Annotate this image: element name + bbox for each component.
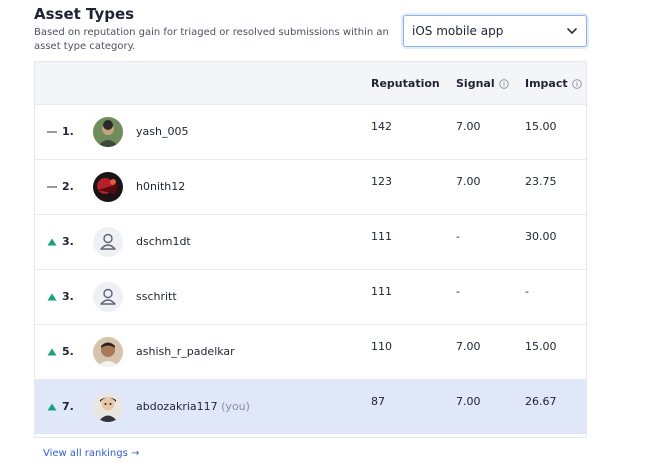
- section-subtitle: Based on reputation gain for triaged or …: [34, 27, 389, 52]
- info-icon[interactable]: [571, 78, 582, 89]
- trend-up-icon: [47, 238, 57, 246]
- username-link[interactable]: h0nith12: [136, 180, 185, 193]
- trend-up-icon: [47, 293, 57, 301]
- table-row[interactable]: 1. yash_005 142 7.00 15.00: [35, 104, 586, 159]
- reputation-value: 87: [371, 395, 385, 408]
- signal-value: -: [456, 285, 460, 298]
- avatar[interactable]: [93, 337, 123, 367]
- table-header: Reputation Signal Impact: [35, 62, 586, 104]
- username-link[interactable]: sschritt: [136, 290, 177, 303]
- section-title: Asset Types: [34, 5, 135, 23]
- rank: 3.: [62, 235, 74, 248]
- table-row[interactable]: 3. dschm1dt 111 - 30.00: [35, 214, 586, 269]
- default-user-icon: [93, 227, 123, 257]
- column-header-reputation: Reputation: [371, 77, 440, 90]
- rank: 7.: [62, 400, 74, 413]
- signal-value: 7.00: [456, 120, 481, 133]
- username-link[interactable]: yash_005: [136, 125, 188, 138]
- impact-value: 23.75: [525, 175, 557, 188]
- column-header-impact: Impact: [525, 77, 582, 90]
- rank: 2.: [62, 180, 74, 193]
- avatar[interactable]: [93, 227, 123, 257]
- reputation-value: 111: [371, 230, 392, 243]
- avatar[interactable]: [93, 172, 123, 202]
- reputation-value: 110: [371, 340, 392, 353]
- default-user-icon: [93, 282, 123, 312]
- reputation-value: 142: [371, 120, 392, 133]
- impact-value: 26.67: [525, 395, 557, 408]
- username-link[interactable]: abdozakria117 (you): [136, 400, 250, 413]
- avatar[interactable]: [93, 392, 123, 422]
- trend-same-icon: [47, 186, 57, 188]
- table-row[interactable]: 5. ashish_r_padelkar 110 7.00 15.00: [35, 324, 586, 379]
- asset-type-select[interactable]: iOS mobile app: [403, 15, 587, 47]
- trend-up-icon: [47, 348, 57, 356]
- signal-value: 7.00: [456, 340, 481, 353]
- table-row-current-user[interactable]: 7. abdozakria117 (you) 87 7.00 26.67: [35, 379, 586, 434]
- rankings-table: Reputation Signal Impact 1. yash_005 142…: [34, 61, 587, 438]
- reputation-value: 123: [371, 175, 392, 188]
- impact-value: 15.00: [525, 340, 557, 353]
- rank: 1.: [62, 125, 74, 138]
- signal-value: -: [456, 230, 460, 243]
- avatar[interactable]: [93, 282, 123, 312]
- column-header-signal: Signal: [456, 77, 509, 90]
- trend-same-icon: [47, 131, 57, 133]
- impact-value: 30.00: [525, 230, 557, 243]
- reputation-value: 111: [371, 285, 392, 298]
- you-label: (you): [221, 400, 250, 413]
- username-link[interactable]: dschm1dt: [136, 235, 191, 248]
- table-row[interactable]: 3. sschritt 111 - -: [35, 269, 586, 324]
- rank: 3.: [62, 290, 74, 303]
- view-all-rankings-link[interactable]: View all rankings →: [43, 448, 139, 459]
- signal-value: 7.00: [456, 395, 481, 408]
- impact-value: 15.00: [525, 120, 557, 133]
- table-row[interactable]: 2. h0nith12 123 7.00 23.75: [35, 159, 586, 214]
- impact-value: -: [525, 285, 529, 298]
- signal-value: 7.00: [456, 175, 481, 188]
- username-link[interactable]: ashish_r_padelkar: [136, 345, 235, 358]
- chevron-down-icon: [567, 28, 577, 34]
- info-icon[interactable]: [498, 78, 509, 89]
- rank: 5.: [62, 345, 74, 358]
- avatar[interactable]: [93, 117, 123, 147]
- asset-type-select-value: iOS mobile app: [412, 24, 504, 38]
- trend-up-icon: [47, 403, 57, 411]
